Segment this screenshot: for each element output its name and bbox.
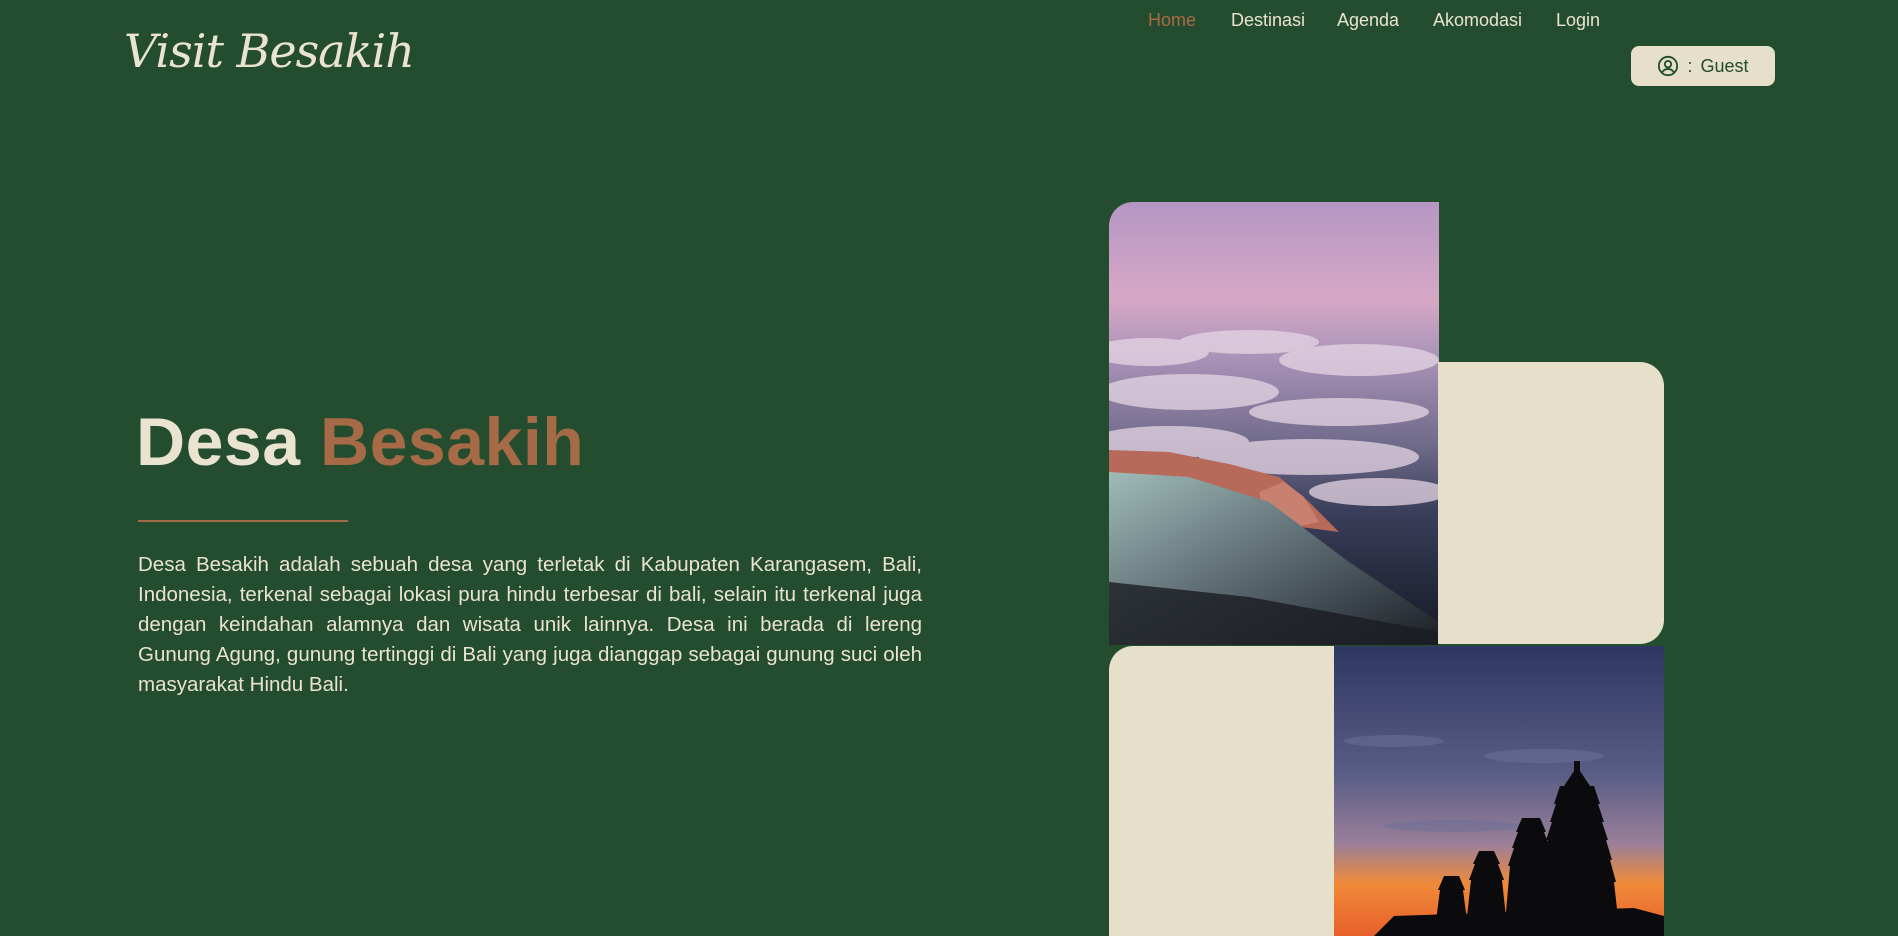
user-label: Guest bbox=[1700, 55, 1749, 76]
hero-title: Desa Besakih bbox=[136, 408, 584, 476]
nav-item-agenda[interactable]: Agenda bbox=[1337, 10, 1399, 31]
decor-panel-cream-right bbox=[1438, 362, 1664, 644]
guest-user-button[interactable]: : Guest bbox=[1631, 46, 1775, 86]
decor-panel-cream-left bbox=[1109, 646, 1335, 936]
hero-title-first: Desa bbox=[136, 404, 301, 480]
nav-item-login[interactable]: Login bbox=[1556, 10, 1600, 31]
user-circle-icon bbox=[1657, 55, 1679, 77]
site-logo[interactable]: Visit Besakih bbox=[124, 28, 415, 74]
hero-title-accent: Besakih bbox=[319, 404, 585, 480]
nav-item-destinasi[interactable]: Destinasi bbox=[1231, 10, 1305, 31]
user-separator: : bbox=[1687, 55, 1693, 76]
mountain-clouds-photo bbox=[1109, 202, 1439, 645]
nav-item-akomodasi[interactable]: Akomodasi bbox=[1433, 10, 1522, 31]
title-underline bbox=[138, 520, 348, 522]
hero-description: Desa Besakih adalah sebuah desa yang ter… bbox=[138, 553, 922, 696]
temple-sunset-photo bbox=[1334, 646, 1664, 936]
nav-item-home[interactable]: Home bbox=[1148, 10, 1196, 31]
